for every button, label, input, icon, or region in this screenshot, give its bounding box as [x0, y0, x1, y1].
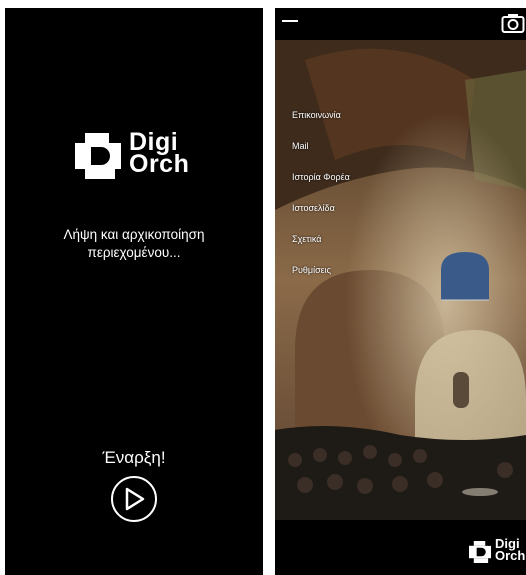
start-label: Έναρξη! — [102, 448, 166, 467]
loading-line-1: Λήψη και αρχικοποίηση — [63, 227, 205, 242]
loading-message: Λήψη και αρχικοποίηση περιεχομένου... — [5, 226, 263, 262]
logo-wordmark: Digi Orch — [495, 537, 526, 563]
logo-line-2: Orch — [129, 150, 190, 178]
digiorch-logo-icon — [469, 541, 491, 563]
loading-line-2: περιεχομένου... — [87, 245, 181, 260]
play-circle-icon — [125, 487, 145, 511]
menu-item-about[interactable]: Σχετικά — [292, 234, 321, 244]
digiorch-logo-icon — [75, 133, 121, 179]
menu-item-settings[interactable]: Ρυθμίσεις — [292, 265, 331, 275]
splash-screen: Digi Orch Λήψη και αρχικοποίηση περιεχομ… — [5, 8, 263, 575]
top-bar — [275, 8, 526, 40]
logo-wordmark: Digi Orch — [129, 130, 190, 178]
home-screen: Επικοινωνία Mail Ιστορία Φορέα Ιστοσελίδ… — [275, 8, 526, 575]
play-button[interactable] — [111, 476, 157, 522]
app-logo: Digi Orch — [75, 128, 195, 188]
app-logo-small: Digi Orch — [469, 537, 526, 572]
menu-item-website[interactable]: Ιστοσελίδα — [292, 203, 335, 213]
menu-item-contact[interactable]: Επικοινωνία — [292, 110, 341, 120]
bottom-bar: Digi Orch — [275, 520, 526, 575]
menu-icon[interactable] — [282, 18, 298, 24]
menu-item-history[interactable]: Ιστορία Φορέα — [292, 172, 350, 182]
menu-item-mail[interactable]: Mail — [292, 141, 309, 151]
camera-icon[interactable] — [501, 12, 525, 34]
logo-line-2: Orch — [495, 548, 526, 563]
